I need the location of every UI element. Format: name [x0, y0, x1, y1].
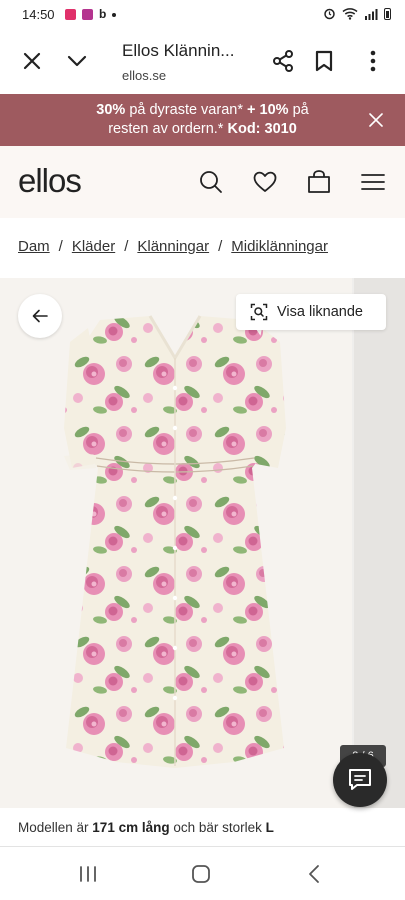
visual-search-icon: [250, 303, 268, 321]
promo-text-2: på: [288, 102, 309, 118]
promo-text-3: resten av ordern.*: [108, 121, 228, 137]
share-icon: [273, 50, 293, 72]
expand-button[interactable]: [62, 46, 92, 76]
promo-close-button[interactable]: [367, 111, 385, 129]
home-button[interactable]: [189, 863, 213, 885]
breadcrumb-dam[interactable]: Dam: [18, 238, 50, 255]
close-tab-button[interactable]: [17, 46, 47, 76]
hamburger-menu-icon: [361, 174, 385, 190]
breadcrumb: Dam / Kläder / Klänningar / Midiklänningar: [18, 238, 328, 255]
breadcrumb-midiklanningar[interactable]: Midiklänningar: [231, 238, 328, 255]
search-icon: [200, 171, 222, 193]
model-size: L: [265, 820, 274, 835]
back-button[interactable]: [302, 863, 326, 885]
chat-icon: [349, 769, 371, 790]
promo-discount-1: 30%: [96, 102, 126, 118]
floral-dress-image: [64, 315, 286, 768]
model-height: 171 cm lång: [92, 820, 170, 835]
breadcrumb-separator: /: [218, 238, 223, 255]
close-icon: [369, 113, 383, 127]
product-image[interactable]: [0, 278, 352, 808]
status-system-icons: [323, 7, 391, 20]
b-notification-icon: b: [99, 7, 107, 21]
more-vertical-icon: [370, 50, 376, 72]
heart-icon: [253, 171, 277, 192]
recent-apps-button[interactable]: [76, 863, 100, 885]
status-bar: 14:50 b: [0, 0, 405, 30]
share-button[interactable]: [268, 46, 298, 76]
breadcrumb-klader[interactable]: Kläder: [72, 238, 115, 255]
system-navigation-bar: [0, 847, 405, 900]
show-similar-label: Visa liknande: [277, 304, 363, 320]
product-gallery[interactable]: Visa liknande 2 / 6: [0, 278, 405, 808]
more-options-button[interactable]: [358, 46, 388, 76]
ellos-logo[interactable]: ellos: [18, 162, 82, 200]
promo-text: 30% på dyraste varan* + 10% på resten av…: [60, 101, 345, 139]
browser-page-title: Ellos Klännin...: [122, 41, 235, 60]
favorites-button[interactable]: [252, 169, 278, 195]
status-time: 14:50: [22, 7, 55, 22]
breadcrumb-klanningar[interactable]: Klänningar: [137, 238, 209, 255]
menu-button[interactable]: [360, 169, 386, 195]
chevron-down-icon: [67, 55, 87, 67]
music-notification-icon: [82, 9, 93, 20]
promo-text-1: på dyraste varan*: [125, 102, 248, 118]
bookmark-icon: [315, 50, 333, 72]
model-info-middle: och bär storlek: [169, 820, 266, 835]
arrow-left-icon: [32, 309, 48, 323]
status-notification-icons: b: [65, 7, 117, 21]
shopping-bag-icon: [308, 170, 330, 193]
bookmark-button[interactable]: [309, 46, 339, 76]
cart-button[interactable]: [306, 169, 332, 195]
close-icon: [23, 52, 41, 70]
signal-icon: [365, 8, 378, 20]
chat-button[interactable]: [333, 753, 387, 807]
next-product-image-peek[interactable]: [354, 278, 405, 808]
browser-toolbar: Ellos Klännin... ellos.se: [0, 30, 405, 94]
site-header: ellos: [0, 146, 405, 218]
battery-icon: [384, 7, 391, 20]
promo-banner: 30% på dyraste varan* + 10% på resten av…: [0, 94, 405, 146]
promo-discount-2: + 10%: [247, 102, 289, 118]
gallery-back-button[interactable]: [18, 294, 62, 338]
browser-url[interactable]: ellos.se: [122, 68, 166, 83]
model-info-prefix: Modellen är: [18, 820, 93, 835]
wifi-icon: [342, 8, 358, 20]
breadcrumb-separator: /: [58, 238, 63, 255]
show-similar-button[interactable]: Visa liknande: [236, 294, 386, 330]
chevron-left-icon: [309, 865, 319, 883]
search-button[interactable]: [198, 169, 224, 195]
promo-code: Kod: 3010: [227, 121, 297, 137]
alarm-icon: [324, 8, 335, 20]
more-notifications-icon: [112, 12, 117, 17]
model-size-info: Modellen är 171 cm lång och bär storlek …: [18, 820, 274, 835]
breadcrumb-separator: /: [124, 238, 129, 255]
recent-apps-icon: [80, 866, 96, 882]
home-icon: [192, 865, 210, 883]
app-notification-icon: [65, 9, 76, 20]
